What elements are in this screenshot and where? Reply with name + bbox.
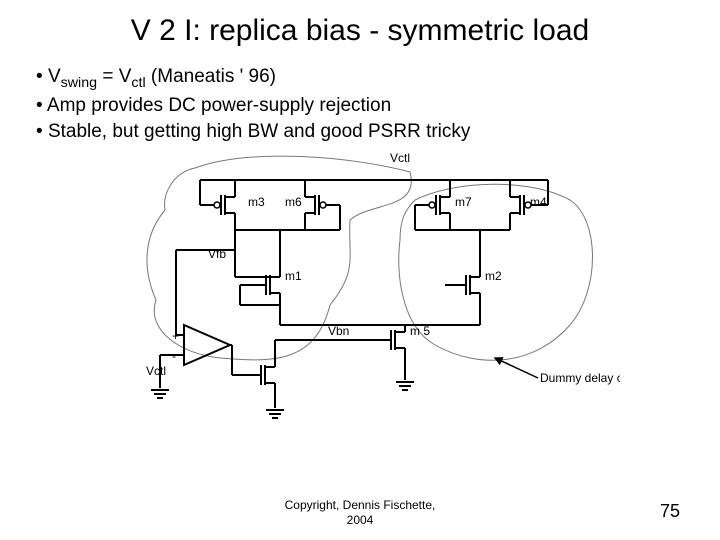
m5-label: m 5 bbox=[410, 324, 430, 338]
amp-plus-label: + bbox=[172, 329, 179, 343]
op-amp: + - Vctl bbox=[146, 325, 232, 378]
bullet-1: Vswing = Vctl (Maneatis ' 96) bbox=[36, 64, 688, 93]
dummy-label: Dummy delay cell bbox=[540, 371, 620, 385]
m2-label: m2 bbox=[485, 269, 502, 283]
bullet-list: Vswing = Vctl (Maneatis ' 96) Amp provid… bbox=[36, 64, 688, 144]
m3-label: m3 bbox=[248, 195, 265, 209]
page-number: 75 bbox=[660, 501, 680, 522]
circuit-diagram: Vctl m3 m6 Vfb bbox=[100, 150, 620, 440]
vctl-top-label: Vctl bbox=[390, 151, 410, 165]
m4-label: m4 bbox=[530, 195, 547, 209]
m1-label: m1 bbox=[285, 269, 302, 283]
slide-title: V 2 I: replica bias - symmetric load bbox=[32, 14, 688, 48]
bullet-3: Stable, but getting high BW and good PSR… bbox=[36, 119, 688, 145]
footer-copyright: Copyright, Dennis Fischette, 2004 bbox=[0, 498, 720, 528]
vctl-amp-label: Vctl bbox=[146, 364, 166, 378]
bullet-2: Amp provides DC power-supply rejection bbox=[36, 93, 688, 119]
m7-label: m7 bbox=[455, 195, 472, 209]
m6-label: m6 bbox=[285, 195, 302, 209]
vbn-label: Vbn bbox=[328, 324, 349, 338]
